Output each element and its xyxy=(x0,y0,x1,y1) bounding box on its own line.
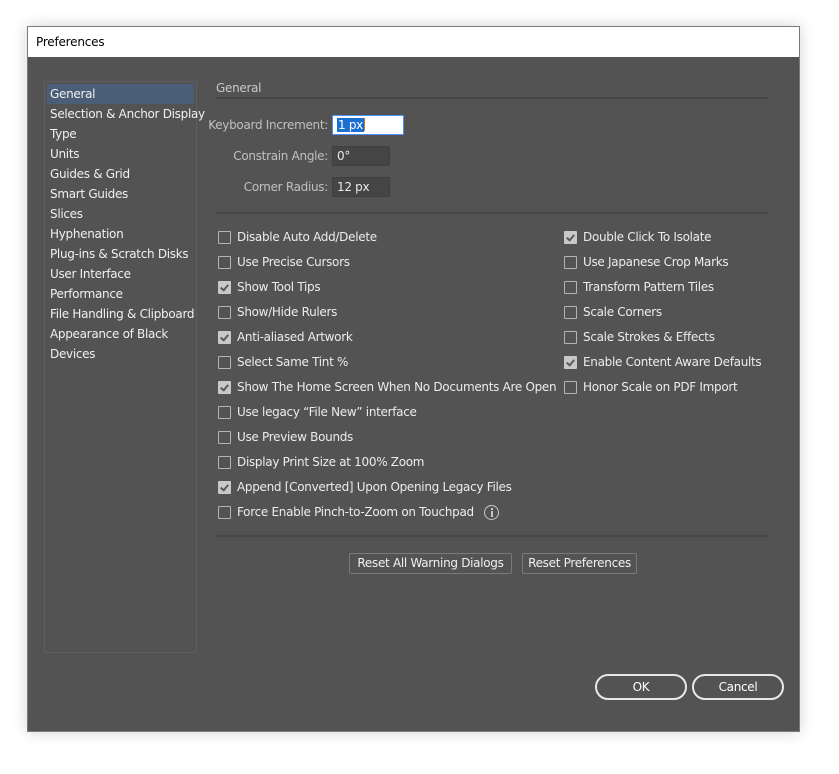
constrain-angle-input[interactable]: 0° xyxy=(332,146,390,166)
checkbox-unchecked[interactable] xyxy=(218,255,231,269)
checkbox-checked[interactable] xyxy=(564,355,577,369)
option-label: Honor Scale on PDF Import xyxy=(583,380,738,394)
checkbox-unchecked[interactable] xyxy=(564,305,577,319)
sidebar-item-plug-ins-scratch-disks[interactable]: Plug-ins & Scratch Disks xyxy=(47,244,194,264)
sidebar-item-guides-grid[interactable]: Guides & Grid xyxy=(47,164,194,184)
checkbox-checked[interactable] xyxy=(218,380,231,394)
sidebar-item-performance[interactable]: Performance xyxy=(47,284,194,304)
sidebar-item-user-interface[interactable]: User Interface xyxy=(47,264,194,284)
cancel-button[interactable]: Cancel xyxy=(692,674,784,700)
checkbox-checked[interactable] xyxy=(218,330,231,344)
option-label: Show Tool Tips xyxy=(237,280,321,294)
sidebar-item-devices[interactable]: Devices xyxy=(47,344,194,364)
option-label: Use Japanese Crop Marks xyxy=(583,255,729,269)
text-caret xyxy=(363,118,365,131)
option-row[interactable]: Show Tool Tips xyxy=(218,278,321,296)
options-divider xyxy=(216,535,769,537)
option-label: Scale Corners xyxy=(583,305,662,319)
window-title: Preferences xyxy=(36,35,105,49)
option-row[interactable]: Display Print Size at 100% Zoom xyxy=(218,453,425,471)
option-label: Select Same Tint % xyxy=(237,355,349,369)
constrain-angle-label: Constrain Angle: xyxy=(233,149,328,163)
checkbox-unchecked[interactable] xyxy=(218,305,231,319)
option-label: Show The Home Screen When No Documents A… xyxy=(237,380,557,394)
checkbox-unchecked[interactable] xyxy=(218,430,231,444)
checkbox-checked[interactable] xyxy=(218,480,231,494)
dialog-content: General Selection & Anchor Display Type Uni… xyxy=(28,57,799,731)
option-label: Enable Content Aware Defaults xyxy=(583,355,762,369)
keyboard-increment-label: Keyboard Increment: xyxy=(208,118,328,132)
category-list: General Selection & Anchor Display Type Uni… xyxy=(44,81,205,653)
option-row[interactable]: Disable Auto Add/Delete xyxy=(218,228,377,246)
option-row[interactable]: Double Click To Isolate xyxy=(564,228,712,246)
section-divider xyxy=(216,97,769,99)
keyboard-increment-value: 1 px xyxy=(337,118,364,132)
option-label: Transform Pattern Tiles xyxy=(583,280,714,294)
sidebar-item-type[interactable]: Type xyxy=(47,124,194,144)
option-label: Disable Auto Add/Delete xyxy=(237,230,377,244)
sidebar-item-selection-anchor-display[interactable]: Selection & Anchor Display xyxy=(47,104,205,124)
checkbox-unchecked[interactable] xyxy=(218,230,231,244)
sidebar-item-slices[interactable]: Slices xyxy=(47,204,194,224)
section-title: General xyxy=(216,81,262,95)
sidebar-item-smart-guides[interactable]: Smart Guides xyxy=(47,184,194,204)
checkbox-unchecked[interactable] xyxy=(218,355,231,369)
option-row[interactable]: Append [Converted] Upon Opening Legacy F… xyxy=(218,478,512,496)
option-row[interactable]: Show The Home Screen When No Documents A… xyxy=(218,378,557,396)
option-row[interactable]: Use Preview Bounds xyxy=(218,428,353,446)
reset-preferences-button[interactable]: Reset Preferences xyxy=(522,553,637,574)
option-row[interactable]: Show/Hide Rulers xyxy=(218,303,337,321)
option-row[interactable]: Use Japanese Crop Marks xyxy=(564,253,729,271)
reset-all-warning-dialogs-button[interactable]: Reset All Warning Dialogs xyxy=(349,553,512,574)
checkbox-unchecked[interactable] xyxy=(564,380,577,394)
sidebar-item-units[interactable]: Units xyxy=(47,144,194,164)
option-row[interactable]: Select Same Tint % xyxy=(218,353,348,371)
checkbox-checked[interactable] xyxy=(218,280,231,294)
option-row[interactable]: Enable Content Aware Defaults xyxy=(564,353,762,371)
option-label: Double Click To Isolate xyxy=(583,230,712,244)
option-label: Anti-aliased Artwork xyxy=(237,330,353,344)
corner-radius-input[interactable]: 12 px xyxy=(332,177,390,197)
option-row[interactable]: Scale Strokes & Effects xyxy=(564,328,715,346)
option-label: Display Print Size at 100% Zoom xyxy=(237,455,425,469)
checkbox-unchecked[interactable] xyxy=(218,505,231,519)
option-label: Scale Strokes & Effects xyxy=(583,330,715,344)
corner-radius-label: Corner Radius: xyxy=(243,180,329,194)
sidebar-item-appearance-of-black[interactable]: Appearance of Black xyxy=(47,324,194,344)
option-row[interactable]: Honor Scale on PDF Import xyxy=(564,378,738,396)
title-bar[interactable]: Preferences xyxy=(28,27,799,57)
option-label: Append [Converted] Upon Opening Legacy F… xyxy=(237,480,512,494)
option-row[interactable]: Anti-aliased Artwork xyxy=(218,328,353,346)
option-label: Use Precise Cursors xyxy=(237,255,350,269)
keyboard-increment-input[interactable]: 1 px xyxy=(332,115,404,135)
checkbox-unchecked[interactable] xyxy=(218,405,231,419)
option-row[interactable]: Use Precise Cursors xyxy=(218,253,350,271)
option-label: Force Enable Pinch-to-Zoom on Touchpad xyxy=(237,505,474,519)
sidebar-item-general[interactable]: General xyxy=(47,84,194,104)
checkbox-unchecked[interactable] xyxy=(564,255,577,269)
sidebar-item-hyphenation[interactable]: Hyphenation xyxy=(47,224,194,244)
sidebar-item-file-handling-clipboard[interactable]: File Handling & Clipboard xyxy=(47,304,195,324)
info-icon[interactable] xyxy=(483,504,499,520)
checkbox-unchecked[interactable] xyxy=(564,330,577,344)
option-row[interactable]: Force Enable Pinch-to-Zoom on Touchpad xyxy=(218,503,499,521)
option-row[interactable]: Use legacy “File New” interface xyxy=(218,403,417,421)
option-row[interactable]: Scale Corners xyxy=(564,303,662,321)
checkbox-unchecked[interactable] xyxy=(564,280,577,294)
checkbox-unchecked[interactable] xyxy=(218,455,231,469)
option-label: Use legacy “File New” interface xyxy=(237,405,417,419)
option-label: Use Preview Bounds xyxy=(237,430,354,444)
preferences-dialog: Preferences General Selection & Anchor Di… xyxy=(27,26,800,732)
option-row[interactable]: Transform Pattern Tiles xyxy=(564,278,714,296)
ok-button[interactable]: OK xyxy=(595,674,687,700)
fields-divider xyxy=(216,212,769,214)
checkbox-checked[interactable] xyxy=(564,230,577,244)
option-label: Show/Hide Rulers xyxy=(237,305,338,319)
